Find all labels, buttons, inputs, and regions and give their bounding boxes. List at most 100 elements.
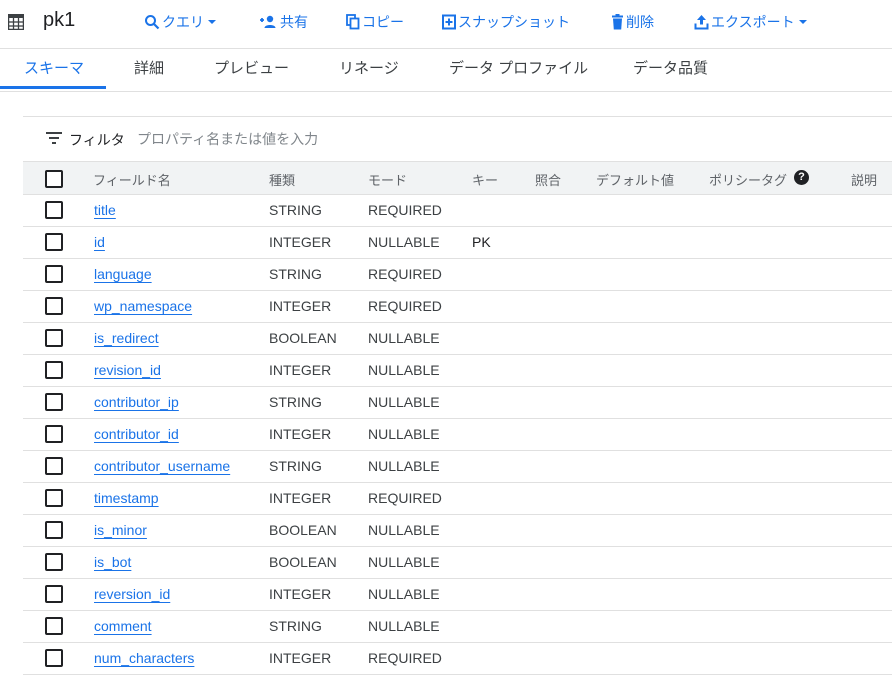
field-mode: NULLABLE xyxy=(368,394,440,410)
field-type: INTEGER xyxy=(269,362,332,378)
table-row: contributor_ip STRING NULLABLE xyxy=(23,386,892,419)
field-name-link[interactable]: title xyxy=(94,202,116,218)
row-checkbox[interactable] xyxy=(45,649,63,667)
chevron-down-icon xyxy=(798,20,807,24)
field-mode: REQUIRED xyxy=(368,266,442,282)
field-mode: NULLABLE xyxy=(368,458,440,474)
copy-icon xyxy=(346,14,360,30)
table-row: is_redirect BOOLEAN NULLABLE xyxy=(23,322,892,355)
column-header-key: キー xyxy=(472,173,499,188)
row-checkbox[interactable] xyxy=(45,233,63,251)
table-row: id INTEGER NULLABLE PK xyxy=(23,226,892,259)
table-row: wp_namespace INTEGER REQUIRED xyxy=(23,290,892,323)
column-header-mode: モード xyxy=(368,173,408,188)
table-row: timestamp INTEGER REQUIRED xyxy=(23,482,892,515)
table-row: title STRING REQUIRED xyxy=(23,194,892,227)
table-icon xyxy=(8,14,24,30)
field-type: INTEGER xyxy=(269,298,332,314)
field-name-link[interactable]: is_minor xyxy=(94,522,147,538)
tab-lineage[interactable]: リネージ xyxy=(339,49,399,91)
field-mode: NULLABLE xyxy=(368,362,440,378)
row-checkbox[interactable] xyxy=(45,521,63,539)
field-name-link[interactable]: id xyxy=(94,234,105,250)
column-header-collation: 照合 xyxy=(535,173,562,188)
table-row: is_bot BOOLEAN NULLABLE xyxy=(23,546,892,579)
field-mode: NULLABLE xyxy=(368,522,440,538)
field-name-link[interactable]: wp_namespace xyxy=(94,298,192,314)
column-header-policy-tag: ポリシータグ xyxy=(709,173,788,188)
field-name-link[interactable]: is_bot xyxy=(94,554,131,570)
field-name-link[interactable]: timestamp xyxy=(94,490,159,506)
row-checkbox[interactable] xyxy=(45,297,63,315)
table-row: contributor_id INTEGER NULLABLE xyxy=(23,418,892,451)
field-name-link[interactable]: contributor_username xyxy=(94,458,230,474)
share-button[interactable]: 共有 xyxy=(259,11,308,33)
field-type: BOOLEAN xyxy=(269,330,337,346)
column-header-field-name: フィールド名 xyxy=(93,173,171,188)
row-checkbox[interactable] xyxy=(45,393,63,411)
row-checkbox[interactable] xyxy=(45,425,63,443)
table-header: フィールド名 種類 モード キー 照合 デフォルト値 ポリシータグ ? 説明 xyxy=(23,161,892,195)
query-button-label: クエリ xyxy=(162,14,204,30)
tab-schema[interactable]: スキーマ xyxy=(24,49,84,91)
field-name-link[interactable]: revision_id xyxy=(94,362,161,378)
column-header-type: 種類 xyxy=(269,173,296,188)
tab-details[interactable]: 詳細 xyxy=(134,49,164,91)
field-type: INTEGER xyxy=(269,650,332,666)
field-name-link[interactable]: is_redirect xyxy=(94,330,159,346)
field-name-link[interactable]: reversion_id xyxy=(94,586,170,602)
delete-button[interactable]: 削除 xyxy=(611,11,654,33)
trash-icon xyxy=(612,14,623,30)
row-checkbox[interactable] xyxy=(45,329,63,347)
page-title: pk1 xyxy=(43,9,76,31)
row-checkbox[interactable] xyxy=(45,361,63,379)
field-mode: REQUIRED xyxy=(368,298,442,314)
row-checkbox[interactable] xyxy=(45,201,63,219)
table-row: revision_id INTEGER NULLABLE xyxy=(23,354,892,387)
field-name-link[interactable]: language xyxy=(94,266,152,282)
person-add-icon xyxy=(260,15,276,28)
tab-preview[interactable]: プレビュー xyxy=(214,49,289,91)
export-button[interactable]: エクスポート xyxy=(694,11,809,33)
tab-data-quality[interactable]: データ品質 xyxy=(633,49,708,91)
field-type: STRING xyxy=(269,458,322,474)
tab-data-profile[interactable]: データ プロファイル xyxy=(449,49,588,91)
field-name-link[interactable]: contributor_ip xyxy=(94,394,179,410)
field-mode: NULLABLE xyxy=(368,618,440,634)
row-checkbox[interactable] xyxy=(45,585,63,603)
row-checkbox[interactable] xyxy=(45,553,63,571)
help-icon[interactable]: ? xyxy=(794,170,809,185)
field-name-link[interactable]: num_characters xyxy=(94,650,194,666)
export-button-label: エクスポート xyxy=(711,14,795,30)
field-type: STRING xyxy=(269,394,322,410)
field-type: STRING xyxy=(269,618,322,634)
field-mode: NULLABLE xyxy=(368,234,440,250)
row-checkbox[interactable] xyxy=(45,617,63,635)
share-button-label: 共有 xyxy=(280,14,308,30)
field-key: PK xyxy=(472,234,491,250)
copy-button[interactable]: コピー xyxy=(346,11,404,33)
field-type: BOOLEAN xyxy=(269,522,337,538)
filter-icon[interactable] xyxy=(46,132,62,144)
copy-button-label: コピー xyxy=(362,14,404,30)
field-mode: REQUIRED xyxy=(368,202,442,218)
filter-input[interactable] xyxy=(137,126,637,152)
field-type: BOOLEAN xyxy=(269,554,337,570)
field-mode: REQUIRED xyxy=(368,490,442,506)
snapshot-button[interactable]: スナップショット xyxy=(442,11,570,33)
field-type: INTEGER xyxy=(269,234,332,250)
row-checkbox[interactable] xyxy=(45,489,63,507)
field-name-link[interactable]: comment xyxy=(94,618,152,634)
field-mode: NULLABLE xyxy=(368,554,440,570)
field-type: INTEGER xyxy=(269,490,332,506)
field-mode: REQUIRED xyxy=(368,650,442,666)
query-button[interactable]: クエリ xyxy=(144,11,218,33)
select-all-checkbox[interactable] xyxy=(45,170,63,188)
row-checkbox[interactable] xyxy=(45,265,63,283)
field-type: STRING xyxy=(269,202,322,218)
field-name-link[interactable]: contributor_id xyxy=(94,426,179,442)
row-checkbox[interactable] xyxy=(45,457,63,475)
table-row: contributor_username STRING NULLABLE xyxy=(23,450,892,483)
chevron-down-icon xyxy=(208,20,216,24)
table-row: num_characters INTEGER REQUIRED xyxy=(23,642,892,675)
